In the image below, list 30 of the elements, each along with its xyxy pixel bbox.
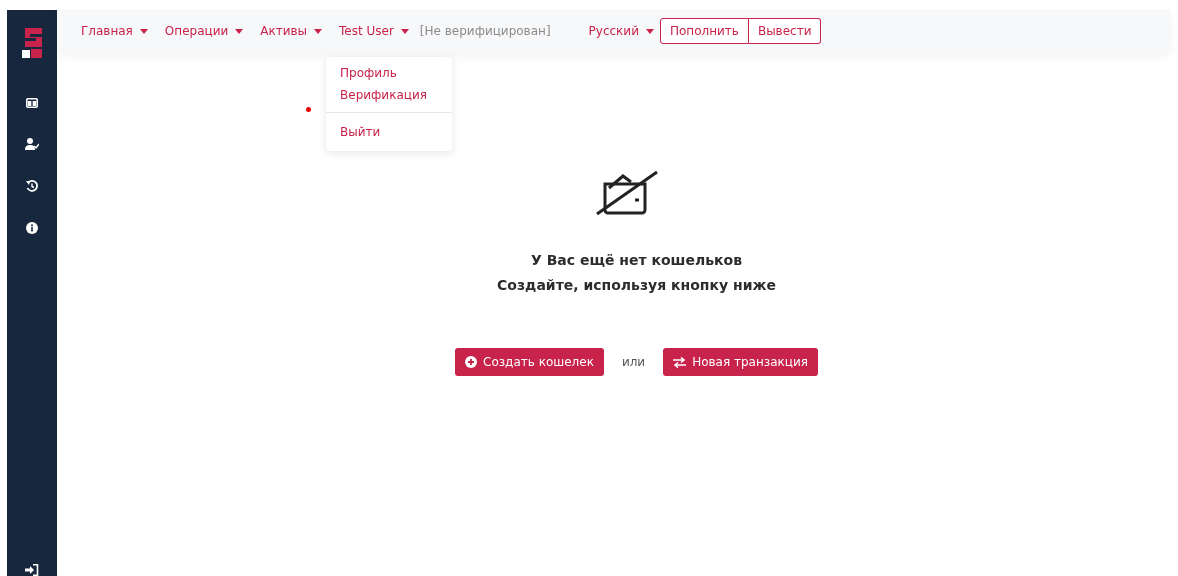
nav-menu-item[interactable]: Активы <box>260 24 323 38</box>
logout-icon[interactable] <box>25 564 39 576</box>
history-icon[interactable] <box>26 180 38 192</box>
caret-icon <box>645 28 654 34</box>
deposit-button[interactable]: Пополнить <box>659 18 749 44</box>
new-transaction-button[interactable]: Новая транзакция <box>663 348 818 376</box>
logo-icon <box>22 28 42 58</box>
user-check-icon[interactable] <box>25 138 39 150</box>
nav-menu-item[interactable]: Операции <box>164 24 244 38</box>
empty-state-subtitle: Создайте, используя кнопку ниже <box>497 276 776 295</box>
cursor-dot-icon <box>306 107 311 112</box>
info-icon[interactable] <box>26 222 38 234</box>
caret-icon <box>400 28 409 34</box>
nav-menu-item[interactable]: Главная <box>81 24 148 38</box>
exchange-arrows-icon <box>673 356 687 368</box>
or-label: или <box>620 355 647 369</box>
dropdown-item[interactable]: Верификация <box>326 84 453 106</box>
language-selector[interactable]: Русский <box>588 24 654 38</box>
empty-state-title: У Вас ещё нет кошельков <box>531 251 742 270</box>
caret-icon <box>235 28 244 34</box>
nav-menu-item[interactable]: Test User <box>339 24 409 38</box>
caret-icon <box>314 28 323 34</box>
create-wallet-button[interactable]: Создать кошелек <box>455 348 604 376</box>
dropdown-item[interactable]: Выйти <box>326 112 453 143</box>
dashboard-icon[interactable] <box>26 98 38 108</box>
caret-icon <box>139 28 148 34</box>
verification-status: [Не верифицирован] <box>419 24 551 38</box>
plus-circle-icon <box>465 356 477 368</box>
withdraw-button[interactable]: Вывести <box>748 18 822 44</box>
dropdown-item[interactable]: Профиль <box>326 62 453 84</box>
